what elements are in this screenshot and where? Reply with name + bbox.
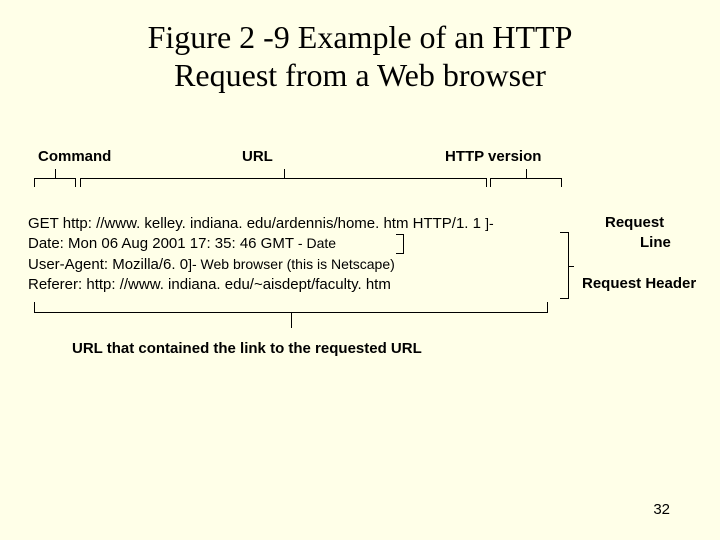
page-number: 32 (653, 501, 670, 518)
request-line-1: GET http: //www. kelley. indiana. edu/ar… (28, 214, 494, 234)
title-line-1: Figure 2 -9 Example of an HTTP (148, 19, 573, 55)
bracket-url (80, 178, 487, 187)
request-line-bracket: ]- (485, 215, 494, 231)
brace-date (396, 234, 404, 254)
label-line: Line (640, 234, 671, 251)
label-http-version: HTTP version (445, 148, 541, 165)
user-agent-annotation: ]- Web browser (this is Netscape) (188, 256, 395, 272)
http-request-block: GET http: //www. kelley. indiana. edu/ar… (28, 214, 494, 295)
date-header: Date: Mon 06 Aug 2001 17: 35: 46 GMT (28, 235, 294, 252)
bracket-command (34, 178, 76, 187)
brace-request-header (560, 232, 569, 299)
date-annotation: - Date (298, 235, 336, 251)
label-request: Request (605, 214, 664, 231)
bracket-referer (34, 302, 548, 313)
request-line-text: GET http: //www. kelley. indiana. edu/ar… (28, 215, 481, 232)
label-request-header: Request Header (582, 275, 696, 292)
request-line-4: Referer: http: //www. indiana. edu/~aisd… (28, 275, 494, 295)
request-line-2: Date: Mon 06 Aug 2001 17: 35: 46 GMT - D… (28, 234, 494, 254)
title-line-2: Request from a Web browser (174, 57, 546, 93)
bracket-version (490, 178, 562, 187)
label-url: URL (242, 148, 273, 165)
user-agent-header: User-Agent: Mozilla/6. 0 (28, 256, 188, 273)
request-line-3: User-Agent: Mozilla/6. 0]- Web browser (… (28, 255, 494, 275)
label-command: Command (38, 148, 111, 165)
label-referer-url: URL that contained the link to the reque… (72, 340, 422, 357)
referer-header: Referer: http: //www. indiana. edu/~aisd… (28, 276, 391, 293)
figure-title: Figure 2 -9 Example of an HTTP Request f… (0, 0, 720, 95)
